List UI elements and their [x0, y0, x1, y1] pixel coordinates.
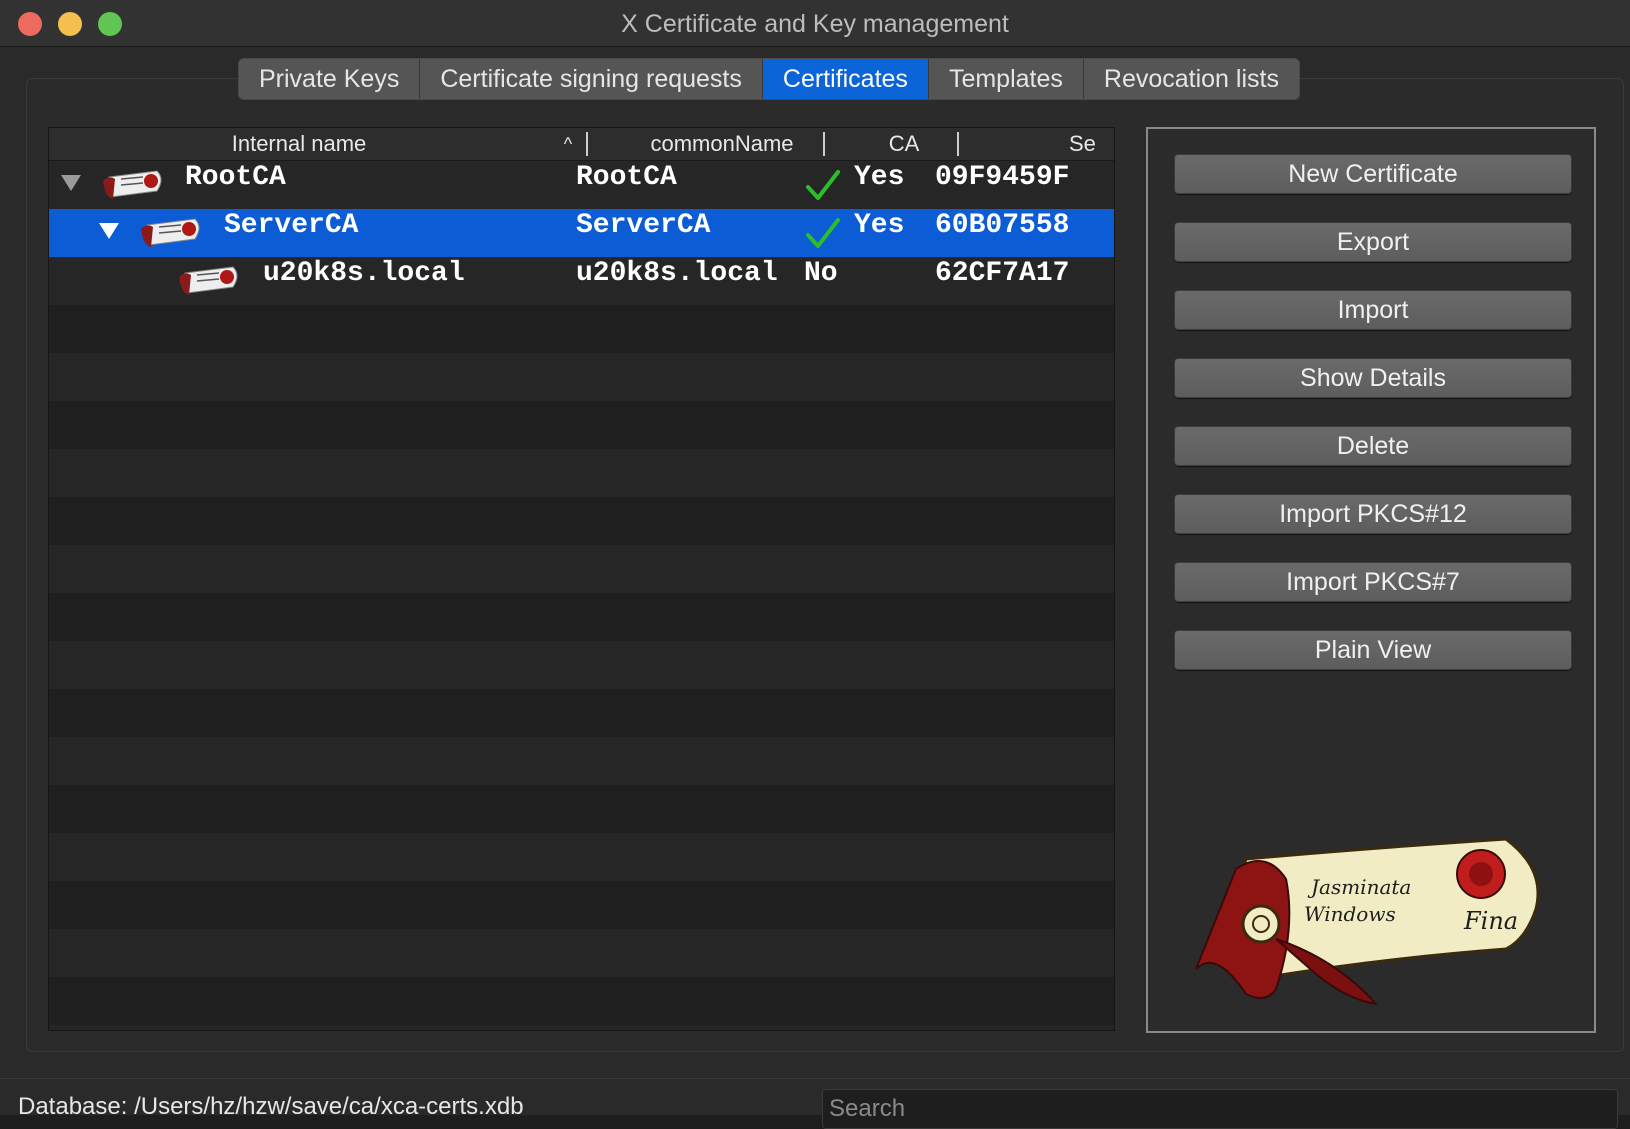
- column-header-ca[interactable]: CA: [849, 128, 959, 160]
- database-path-label: Database: /Users/hz/hzw/save/ca/xca-cert…: [18, 1093, 524, 1120]
- empty-row: [49, 689, 1114, 737]
- column-divider[interactable]: [957, 132, 959, 156]
- cell-ca: No: [804, 258, 838, 289]
- cell-internal-name: u20k8s.local: [263, 258, 465, 289]
- sort-ascending-icon: ^: [563, 134, 573, 154]
- empty-row: [49, 737, 1114, 785]
- empty-row: [49, 785, 1114, 833]
- empty-row: [49, 401, 1114, 449]
- show-details-button[interactable]: Show Details: [1174, 358, 1572, 398]
- column-divider[interactable]: [586, 132, 588, 156]
- tab-bar: Private Keys Certificate signing request…: [238, 58, 1300, 100]
- empty-row: [49, 545, 1114, 593]
- table-row-selected[interactable]: ServerCA ServerCA Yes 60B07558: [49, 209, 1114, 257]
- tab-revocation-lists[interactable]: Revocation lists: [1083, 59, 1299, 99]
- table-header: Internal name ^ commonName CA Se: [49, 128, 1114, 161]
- empty-row: [49, 497, 1114, 545]
- window-title: X Certificate and Key management: [621, 10, 1009, 38]
- logo-text-line2: Windows: [1304, 902, 1396, 926]
- tab-certificate-signing-requests[interactable]: Certificate signing requests: [420, 59, 763, 99]
- cell-common-name: u20k8s.local: [576, 258, 778, 289]
- empty-row: [49, 977, 1114, 1025]
- disclosure-triangle-icon[interactable]: [61, 175, 81, 191]
- column-header-common-name[interactable]: commonName: [609, 128, 835, 160]
- column-header-internal-name[interactable]: Internal name: [199, 128, 399, 160]
- cell-internal-name: RootCA: [185, 162, 286, 193]
- plain-view-button[interactable]: Plain View: [1174, 630, 1572, 670]
- logo-text-line1: Jasminata: [1307, 875, 1411, 899]
- empty-row: [49, 929, 1114, 977]
- tab-certificates[interactable]: Certificates: [762, 59, 929, 99]
- cell-ca: Yes: [854, 210, 905, 241]
- check-icon: [806, 170, 840, 200]
- app-window: X Certificate and Key management Private…: [0, 0, 1630, 1129]
- empty-row: [49, 641, 1114, 689]
- tab-templates[interactable]: Templates: [928, 59, 1084, 99]
- empty-row: [49, 881, 1114, 929]
- export-button[interactable]: Export: [1174, 222, 1572, 262]
- title-bar: X Certificate and Key management: [0, 0, 1630, 47]
- new-certificate-button[interactable]: New Certificate: [1174, 154, 1572, 194]
- cell-internal-name: ServerCA: [224, 210, 359, 241]
- table-row[interactable]: u20k8s.local u20k8s.local No 62CF7A17: [49, 257, 1114, 305]
- cell-serial: 60B07558: [935, 210, 1070, 241]
- search-input[interactable]: [822, 1089, 1618, 1129]
- import-pkcs7-button[interactable]: Import PKCS#7: [1174, 562, 1572, 602]
- cell-common-name: RootCA: [576, 162, 677, 193]
- empty-row: [49, 353, 1114, 401]
- certificate-icon: [179, 266, 238, 295]
- cell-serial: 09F9459F: [935, 162, 1070, 193]
- import-button[interactable]: Import: [1174, 290, 1572, 330]
- delete-button[interactable]: Delete: [1174, 426, 1572, 466]
- certificate-icon: [103, 170, 162, 199]
- empty-row: [49, 593, 1114, 641]
- status-bar: Database: /Users/hz/hzw/save/ca/xca-cert…: [0, 1078, 1630, 1129]
- certificate-icon: [141, 218, 200, 247]
- check-icon: [806, 218, 840, 248]
- column-header-serial[interactable]: Se: [1069, 128, 1114, 160]
- empty-row: [49, 305, 1114, 353]
- certificate-tree-table[interactable]: Internal name ^ commonName CA Se RootCA: [48, 127, 1115, 1031]
- import-pkcs12-button[interactable]: Import PKCS#12: [1174, 494, 1572, 534]
- tab-private-keys[interactable]: Private Keys: [239, 59, 421, 99]
- column-divider[interactable]: [823, 132, 825, 156]
- cell-ca: Yes: [854, 162, 905, 193]
- empty-row: [49, 449, 1114, 497]
- actions-panel: New Certificate Export Import Show Detai…: [1146, 127, 1596, 1033]
- cell-serial: 62CF7A17: [935, 258, 1070, 289]
- empty-row: [49, 833, 1114, 881]
- disclosure-triangle-icon[interactable]: [99, 223, 119, 239]
- table-row[interactable]: RootCA RootCA Yes 09F9459F: [49, 161, 1114, 209]
- logo-text-line3: Fina: [1463, 907, 1518, 935]
- xca-scroll-logo: Jasminata Windows Fina: [1195, 837, 1540, 1006]
- cell-common-name: ServerCA: [576, 210, 711, 241]
- table-body: RootCA RootCA Yes 09F9459F ServerCA Serv…: [49, 161, 1114, 1030]
